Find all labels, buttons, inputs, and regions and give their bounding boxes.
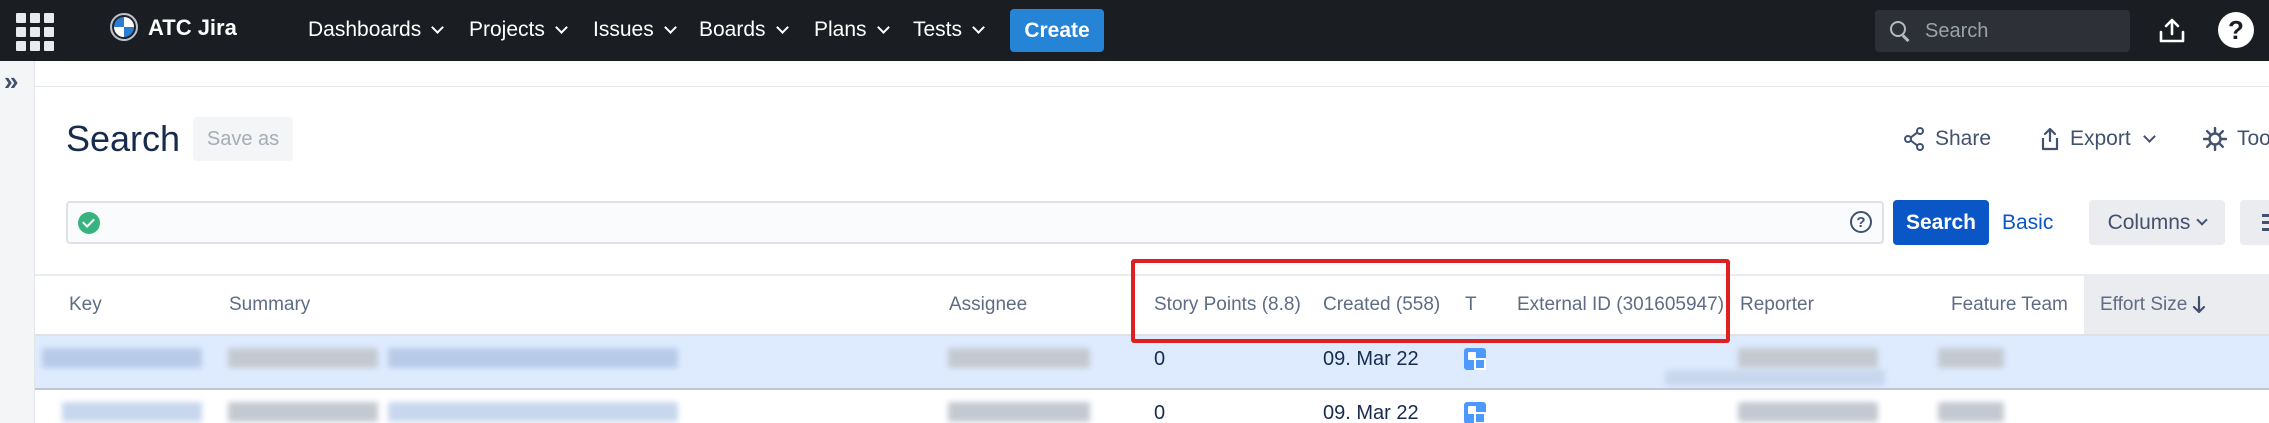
- upload-icon[interactable]: [2158, 18, 2186, 44]
- jql-query-field[interactable]: ?: [66, 201, 1884, 244]
- nav-issues[interactable]: Issues: [593, 18, 677, 42]
- redacted-key: [62, 402, 202, 422]
- redacted-summary: [228, 348, 378, 368]
- redacted-summary: [228, 402, 378, 422]
- gear-icon: [2203, 127, 2227, 151]
- nav-projects[interactable]: Projects: [469, 18, 568, 42]
- column-header-effort-size-label: Effort Size: [2100, 294, 2188, 315]
- export-icon: [2041, 127, 2059, 151]
- column-header-key[interactable]: Key: [69, 294, 102, 316]
- search-button[interactable]: Search: [1893, 200, 1989, 245]
- column-header-feature-team[interactable]: Feature Team: [1951, 294, 2068, 316]
- tools-label: Tools: [2237, 127, 2269, 150]
- nav-boards-label: Boards: [699, 18, 766, 41]
- redacted-feature-team: [1938, 348, 2004, 368]
- brand-name[interactable]: ATC Jira: [148, 15, 237, 41]
- global-search-input[interactable]: [1925, 19, 2115, 43]
- highlight-annotation-box: [1131, 259, 1730, 343]
- nav-boards[interactable]: Boards: [699, 18, 789, 42]
- chevron-down-icon: [554, 20, 568, 34]
- search-icon: [1889, 20, 1911, 42]
- columns-button[interactable]: Columns: [2089, 200, 2225, 245]
- basic-mode-link[interactable]: Basic: [2002, 211, 2053, 235]
- redacted-reporter: [1738, 402, 1878, 422]
- redacted-reporter: [1738, 348, 1878, 368]
- redacted-assignee: [948, 402, 1090, 422]
- help-circle-icon[interactable]: ?: [1850, 211, 1872, 233]
- story-points-cell: 0: [1154, 402, 1166, 423]
- chevron-down-icon: [972, 20, 985, 34]
- share-button[interactable]: Share: [1903, 127, 1991, 151]
- expand-sidebar-icon[interactable]: »: [4, 66, 18, 97]
- nav-plans-label: Plans: [814, 18, 867, 41]
- created-cell: 09. Mar 22: [1323, 402, 1419, 423]
- export-button[interactable]: Export: [2040, 127, 2156, 151]
- redacted-key: [42, 348, 202, 368]
- redacted-assignee: [948, 348, 1090, 368]
- column-header-effort-size[interactable]: Effort Size: [2084, 276, 2269, 334]
- help-icon[interactable]: ?: [2218, 12, 2254, 48]
- column-header-summary[interactable]: Summary: [229, 294, 310, 316]
- nav-plans[interactable]: Plans: [814, 18, 890, 42]
- chevron-down-icon: [2142, 129, 2156, 143]
- columns-label: Columns: [2107, 210, 2191, 234]
- list-view-menu-icon[interactable]: [2240, 200, 2269, 245]
- nav-tests-label: Tests: [913, 18, 963, 41]
- nav-tests[interactable]: Tests: [913, 18, 985, 42]
- create-button[interactable]: Create: [1010, 9, 1104, 52]
- redacted-summary: [388, 348, 678, 368]
- chevron-down-icon: [2196, 213, 2209, 226]
- nav-dashboards-label: Dashboards: [308, 18, 422, 41]
- global-search[interactable]: [1875, 10, 2130, 52]
- app-switcher-icon[interactable]: [12, 11, 54, 51]
- page-title: Search: [66, 118, 181, 159]
- chevron-down-icon: [431, 20, 445, 34]
- tools-button[interactable]: Tools: [2203, 127, 2269, 151]
- check-circle-icon: [78, 212, 100, 234]
- story-points-cell: 0: [1154, 348, 1166, 370]
- divider: [35, 86, 2269, 87]
- column-header-reporter[interactable]: Reporter: [1740, 294, 1814, 316]
- share-label: Share: [1935, 127, 1992, 150]
- export-label: Export: [2070, 127, 2131, 150]
- sort-descending-icon[interactable]: [2192, 296, 2206, 314]
- company-logo-icon[interactable]: [110, 13, 138, 41]
- top-navigation: ATC Jira Dashboards Projects Issues Boar…: [0, 0, 2269, 61]
- subtask-icon[interactable]: [1464, 348, 1486, 370]
- subtask-icon[interactable]: [1464, 402, 1486, 423]
- nav-issues-label: Issues: [593, 18, 654, 41]
- chevron-down-icon: [876, 20, 890, 34]
- created-cell: 09. Mar 22: [1323, 348, 1419, 370]
- share-icon: [1904, 127, 1924, 151]
- redacted-summary: [388, 402, 678, 422]
- nav-dashboards[interactable]: Dashboards: [308, 18, 445, 42]
- chevron-down-icon: [775, 20, 789, 34]
- column-header-assignee[interactable]: Assignee: [949, 294, 1027, 316]
- nav-projects-label: Projects: [469, 18, 545, 41]
- sidebar-rail: [0, 61, 35, 423]
- redacted-feature-team: [1938, 402, 2004, 422]
- redacted-reporter: [1665, 370, 1885, 386]
- chevron-down-icon: [663, 20, 677, 34]
- save-as-button[interactable]: Save as: [193, 117, 293, 161]
